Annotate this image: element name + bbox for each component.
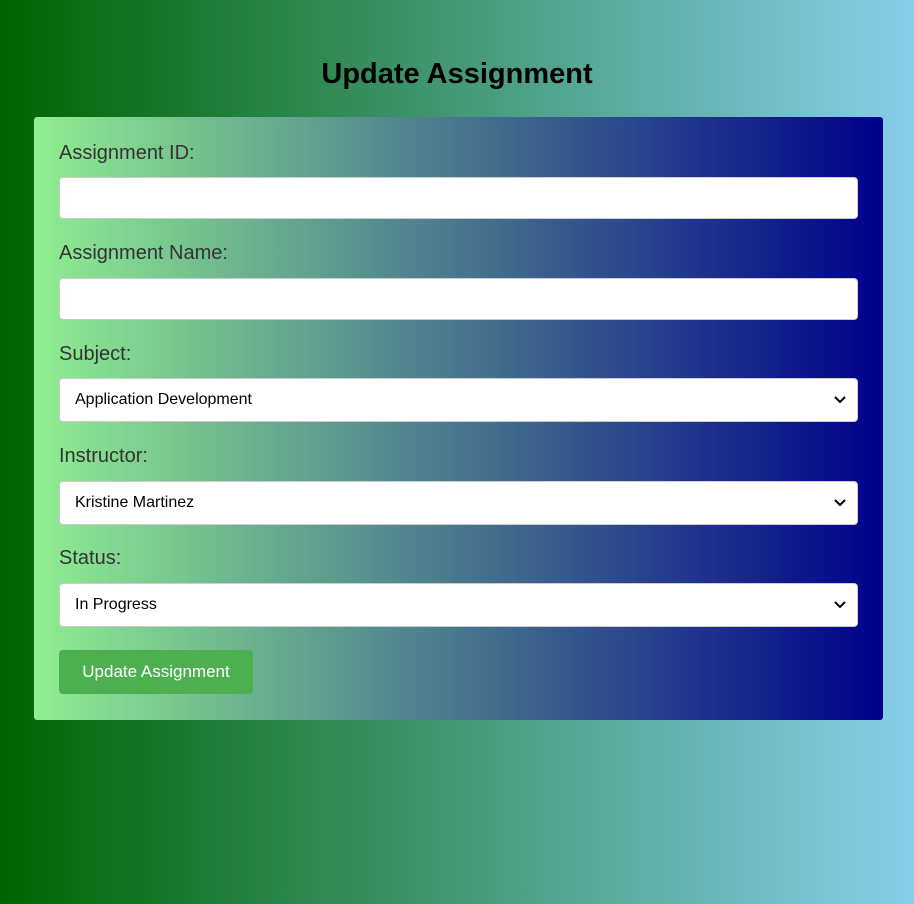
- assignment-id-label: Assignment ID:: [59, 142, 195, 164]
- subject-selected-value: Application Development: [75, 391, 252, 408]
- assignment-name-input[interactable]: [59, 278, 858, 320]
- instructor-select[interactable]: Kristine Martinez: [59, 481, 858, 525]
- chevron-down-icon: [833, 496, 847, 510]
- chevron-down-icon: [833, 598, 847, 612]
- status-label: Status:: [59, 547, 122, 569]
- subject-label: Subject:: [59, 343, 132, 365]
- assignment-id-input[interactable]: [59, 177, 858, 219]
- status-select[interactable]: In Progress: [59, 583, 858, 627]
- update-assignment-button[interactable]: Update Assignment: [59, 650, 253, 694]
- page-title: Update Assignment: [321, 58, 593, 90]
- status-selected-value: In Progress: [75, 596, 157, 613]
- assignment-name-label: Assignment Name:: [59, 242, 228, 264]
- chevron-down-icon: [833, 393, 847, 407]
- subject-select[interactable]: Application Development: [59, 378, 858, 422]
- instructor-selected-value: Kristine Martinez: [75, 494, 195, 511]
- assignment-form: Assignment ID: Assignment Name: Subject:…: [34, 117, 883, 720]
- instructor-label: Instructor:: [59, 445, 148, 467]
